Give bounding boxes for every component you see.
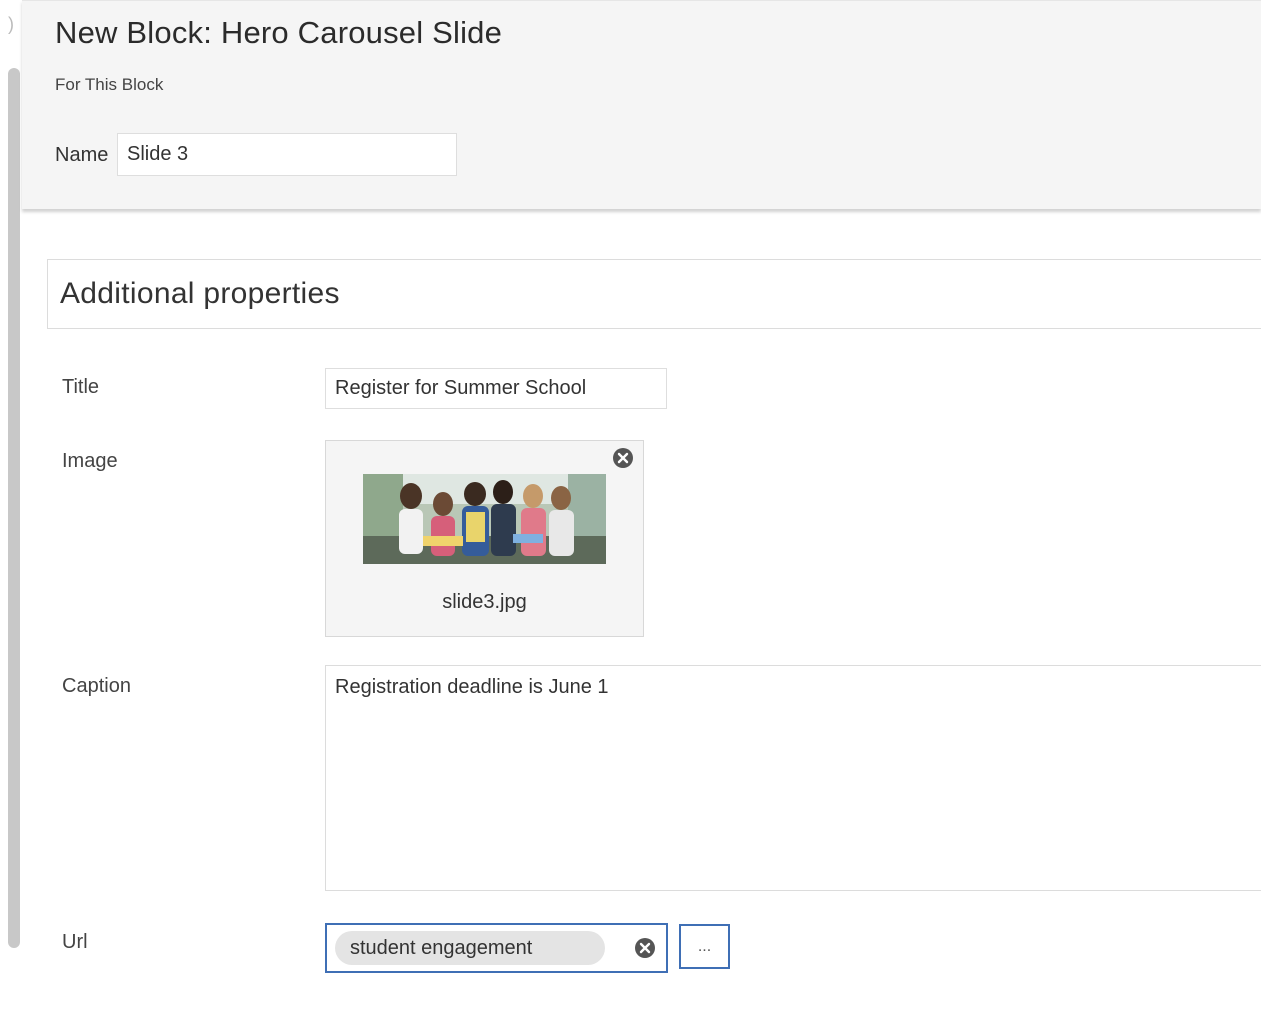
url-label: Url	[62, 931, 88, 953]
title-label: Title	[62, 376, 100, 398]
browse-url-button[interactable]: ...	[679, 924, 730, 969]
image-thumbnail	[363, 474, 606, 564]
scroll-edge-mark: )	[8, 14, 14, 34]
vertical-scrollbar[interactable]: )	[0, 0, 22, 1030]
name-input[interactable]	[117, 133, 457, 176]
image-preview-card[interactable]: slide3.jpg	[325, 440, 644, 637]
clear-url-icon[interactable]	[634, 937, 656, 959]
image-label: Image	[62, 450, 118, 472]
title-input[interactable]	[325, 368, 667, 409]
section-title: Additional properties	[60, 277, 340, 310]
block-subtitle: For This Block	[55, 75, 164, 94]
page-title: New Block: Hero Carousel Slide	[55, 15, 503, 50]
block-header: New Block: Hero Carousel Slide For This …	[22, 0, 1261, 209]
additional-properties-header: Additional properties	[47, 259, 1261, 329]
caption-label: Caption	[62, 675, 131, 697]
caption-textarea[interactable]: Registration deadline is June 1	[325, 665, 1261, 891]
url-input[interactable]: student engagement	[325, 923, 668, 973]
scrollbar-thumb[interactable]	[8, 68, 20, 948]
url-link-chip[interactable]: student engagement	[335, 931, 605, 965]
remove-image-icon[interactable]	[612, 447, 634, 469]
name-label: Name	[55, 144, 109, 166]
image-file-name: slide3.jpg	[442, 591, 527, 613]
